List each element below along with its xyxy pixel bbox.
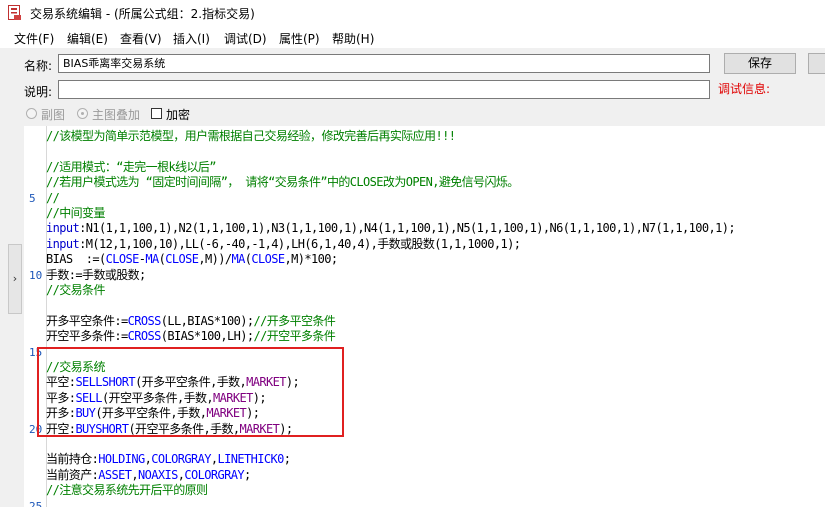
save-button[interactable]: 保存 (724, 53, 796, 74)
code-line: BIAS :=(CLOSE-MA(CLOSE,M))/MA(CLOSE,M)*1… (46, 252, 338, 267)
title-bar: 交易系统编辑 - (所属公式组：2.指标交易) (0, 0, 825, 26)
code-token: CLOSE (105, 252, 140, 267)
menu-bar: 文件(F) 编辑(E) 查看(V) 插入(I) 调试(D) 属性(P) 帮助(H… (0, 26, 825, 48)
menu-properties[interactable]: 属性(P) (279, 30, 320, 47)
code-line: 开空平多条件:=CROSS(BIAS*100,LH);//开空平多条件 (46, 329, 336, 344)
code-line: 手数:=手数或股数; (46, 268, 146, 283)
code-token: input (46, 236, 80, 251)
line-number: 25 (29, 499, 43, 507)
code-line: 开多平空条件:=CROSS(LL,BIAS*100);//开多平空条件 (46, 313, 336, 329)
window-title: 交易系统编辑 - (所属公式组：2.指标交易) (30, 7, 255, 21)
code-token: 手数:=手数或股数; (46, 267, 146, 282)
code-token: :N1(1,1,100,1),N2(1,1,100,1),N3(1,1,100,… (79, 221, 735, 236)
app-icon (8, 5, 21, 20)
code-token: 当前资产: (46, 467, 99, 482)
code-token: COLORGRAY (151, 452, 211, 467)
main-overlay-label: 主图叠加 (92, 108, 141, 122)
code-line: input:M(12,1,100,10),LL(-6,-40,-1,4),LH(… (46, 236, 521, 252)
menu-debug[interactable]: 调试(D) (224, 30, 267, 47)
code-token: BIAS :=( (46, 252, 106, 267)
code-line: //适用模式：“走完一根k线以后” (46, 159, 217, 175)
sub-chart-label: 副图 (41, 108, 66, 122)
encrypt-checkbox[interactable] (151, 108, 162, 119)
encrypt-label: 加密 (166, 108, 191, 122)
menu-edit[interactable]: 编辑(E) (67, 30, 108, 47)
code-token: //该模型为简单示范模型，用户需根据自己交易经验，修改完善后再实际应用!!! (46, 129, 456, 143)
code-token: 开多平空条件:= (46, 313, 128, 328)
debug-info-label: 调试信息: (718, 82, 771, 96)
code-editor[interactable]: //该模型为简单示范模型，用户需根据自己交易经验，修改完善后再实际应用!!! //… (24, 126, 825, 507)
code-token: CLOSE (165, 252, 199, 267)
code-line: 当前持仓:HOLDING,COLORGRAY,LINETHICK0; (46, 452, 291, 467)
code-token: //适用模式：“走完一根k线以后” (46, 159, 217, 174)
highlight-box (37, 347, 344, 437)
sub-chart-radio[interactable] (26, 108, 37, 119)
menu-view[interactable]: 查看(V) (120, 30, 162, 47)
code-line: //交易条件 (46, 283, 105, 298)
code-token: LINETHICK0 (217, 452, 284, 467)
main-overlay-radio[interactable] (77, 108, 88, 119)
name-input[interactable]: BIAS乖离率交易系统 (58, 54, 710, 73)
code-token: 当前持仓: (46, 452, 99, 467)
code-token: //交易条件 (46, 283, 105, 297)
code-token: 开空平多条件:= (46, 329, 128, 344)
secondary-button[interactable] (808, 53, 825, 74)
menu-file[interactable]: 文件(F) (14, 30, 54, 47)
description-label: 说明: (24, 85, 53, 99)
chevron-right-icon: › (12, 272, 18, 285)
code-line: 当前资产:ASSET,NOAXIS,COLORGRAY; (46, 468, 251, 483)
code-token: (BIAS*100,LH); (160, 329, 254, 344)
code-token: //开空平多条件 (253, 329, 336, 344)
line-number: 5 (29, 191, 36, 205)
code-token: //中间变量 (46, 206, 105, 220)
description-input[interactable] (58, 80, 710, 99)
code-token: //开多平空条件 (253, 313, 336, 328)
code-token: MA (231, 252, 246, 267)
code-token: CROSS (127, 313, 162, 328)
code-token: ,M))/ (198, 252, 232, 267)
code-token: CLOSE (251, 252, 285, 267)
code-token: COLORGRAY (184, 467, 244, 482)
code-token: (LL,BIAS*100); (160, 313, 254, 328)
code-token: NOAXIS (137, 467, 178, 482)
code-line: //中间变量 (46, 206, 105, 221)
line-number: 10 (29, 268, 43, 282)
code-token: ASSET (98, 467, 132, 482)
code-line: //若用户模式选为 “固定时间间隔”， 请将“交易条件”中的CLOSE改为OPE… (46, 175, 519, 190)
menu-insert[interactable]: 插入(I) (173, 30, 210, 47)
code-token: //注意交易系统先开后平的原则 (46, 483, 208, 498)
code-token: //若用户模式选为 “固定时间间隔”， 请将“交易条件”中的CLOSE改为OPE… (46, 175, 519, 190)
code-token: :M(12,1,100,10),LL(-6,-40,-1,4),LH(6,1,4… (79, 236, 521, 251)
code-token: // (46, 190, 60, 205)
name-label: 名称: (24, 59, 53, 73)
code-token: MA (145, 252, 159, 267)
code-token: , (131, 467, 138, 482)
code-token: HOLDING (98, 452, 145, 467)
code-line: //该模型为简单示范模型，用户需根据自己交易经验，修改完善后再实际应用!!! (46, 129, 456, 144)
code-line: // (46, 190, 60, 206)
code-line: input:N1(1,1,100,1),N2(1,1,100,1),N3(1,1… (46, 221, 736, 236)
code-token: ,M)*100; (284, 252, 339, 267)
menu-help[interactable]: 帮助(H) (332, 30, 374, 47)
code-token: input (46, 221, 80, 236)
side-panel-toggle[interactable]: › (8, 244, 22, 314)
code-token: CROSS (127, 329, 162, 344)
code-token: ; (283, 452, 291, 467)
code-token: ; (243, 467, 251, 482)
code-line: //注意交易系统先开后平的原则 (46, 483, 208, 498)
